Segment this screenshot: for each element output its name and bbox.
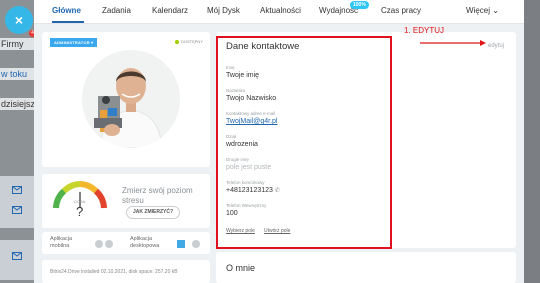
profile-card: ADMINISTRATOR ▾ DOSTĘPNY	[42, 32, 210, 167]
how-to-measure-button[interactable]: JAK ZMIERZYĆ?	[126, 206, 180, 219]
mail-icon	[12, 186, 22, 194]
status-indicator: DOSTĘPNY	[174, 39, 203, 44]
tab-moj-dysk[interactable]: Mój Dysk	[207, 6, 240, 15]
avatar[interactable]	[82, 50, 180, 148]
annotation-arrow-icon	[420, 40, 486, 46]
about-title: O mnie	[226, 263, 256, 273]
mail-icon	[12, 252, 22, 260]
tab-kalendarz[interactable]: Kalendarz	[152, 6, 188, 15]
tab-wiecej[interactable]: Więcej ⌄	[466, 6, 499, 15]
disk-card: Bitrix24.Drive installed 02.10.2021, dis…	[42, 260, 210, 283]
active-tab-indicator	[52, 21, 84, 23]
user-photo	[82, 50, 180, 148]
mail-icon	[12, 206, 22, 214]
stress-card: DOBA ? Zmierz swój poziom stresu JAK ZMI…	[42, 174, 210, 228]
scrollbar[interactable]	[524, 0, 540, 283]
annotation-label: 1. EDYTUJ	[404, 26, 445, 35]
tab-aktualnosci[interactable]: Aktualności	[260, 6, 301, 15]
tab-czas-pracy[interactable]: Czas pracy	[381, 6, 421, 15]
wydajnosc-badge: 100%	[350, 1, 369, 9]
tab-glowne[interactable]: Główne	[52, 6, 81, 15]
desktop-os-icons[interactable]	[176, 238, 206, 250]
mobile-os-icons[interactable]	[94, 238, 116, 250]
close-icon[interactable]: ×	[5, 6, 33, 34]
disk-info: Bitrix24.Drive installed 02.10.2021, dis…	[50, 269, 178, 275]
stress-title: Zmierz swój poziom stresu	[122, 186, 193, 205]
tab-zadania[interactable]: Zadania	[102, 6, 131, 15]
about-card: O mnie	[216, 252, 516, 283]
desktop-app-label[interactable]: Aplikacja desktopowa	[130, 236, 168, 250]
top-tabs: Główne Zadania Kalendarz Mój Dysk Aktual…	[34, 0, 524, 24]
highlight-box	[216, 36, 392, 249]
mobile-app-label[interactable]: Aplikacja mobilna	[50, 236, 86, 250]
status-dot	[174, 39, 179, 44]
stress-value: ?	[76, 204, 84, 219]
apps-card: Aplikacja mobilna Aplikacja desktopowa	[42, 232, 210, 254]
edit-link[interactable]: edytuj	[488, 43, 504, 49]
role-badge: ADMINISTRATOR ▾	[50, 38, 98, 47]
